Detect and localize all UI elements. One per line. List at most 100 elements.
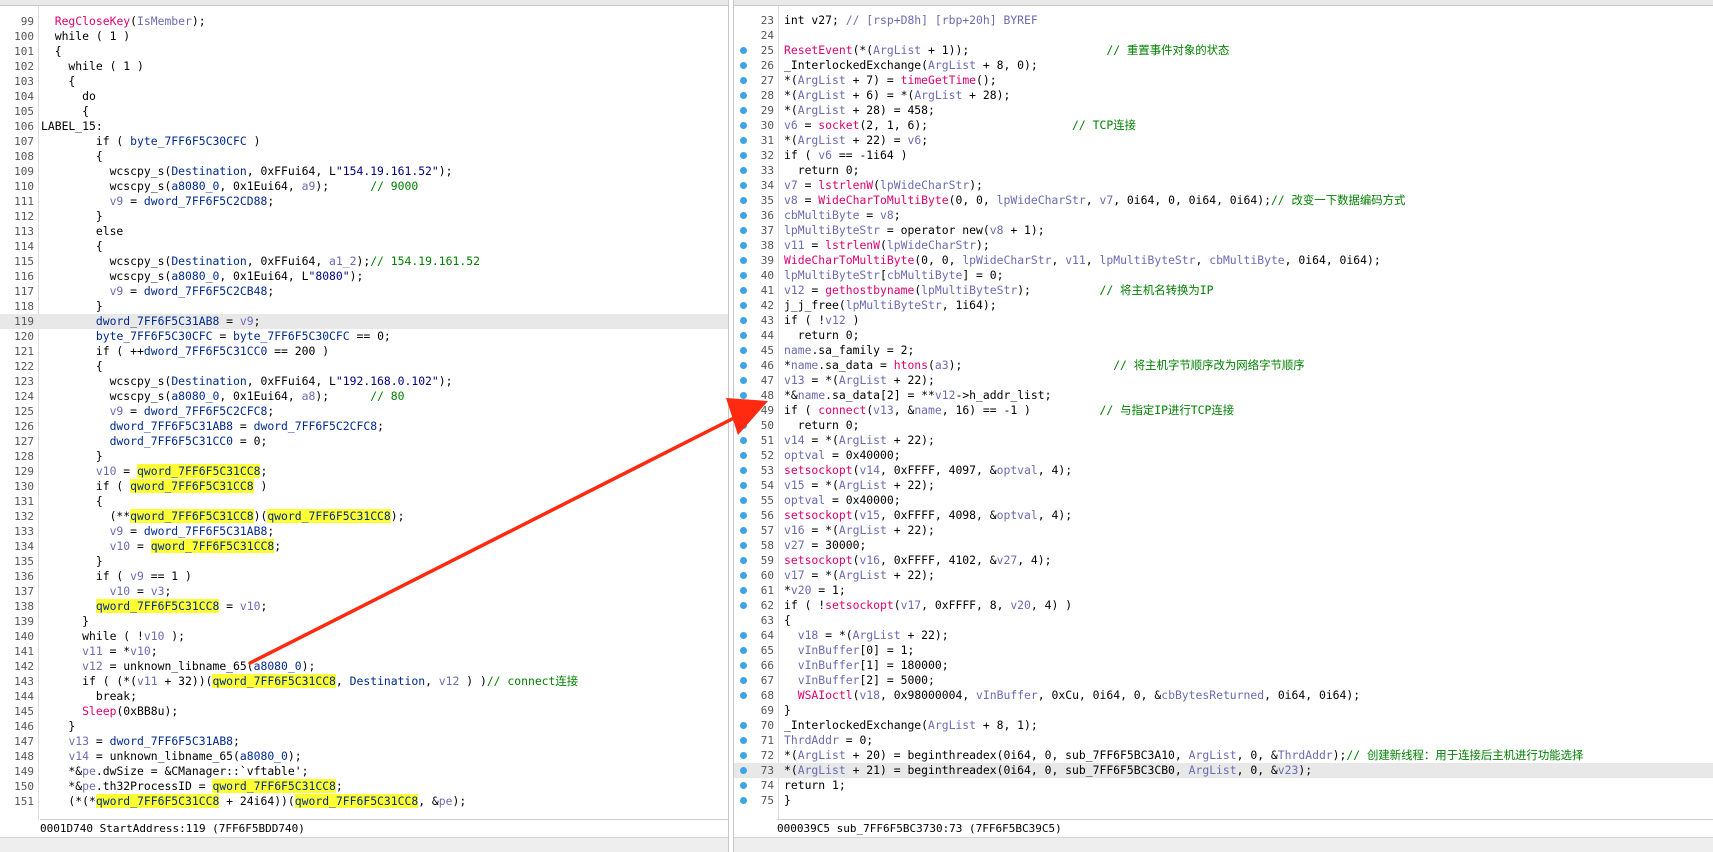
code-line[interactable]: 102 while ( 1 ) [0, 59, 728, 74]
code-text[interactable]: if ( v9 == 1 ) [41, 569, 192, 584]
code-text[interactable]: dword_7FF6F5C31CC0 = 0; [41, 434, 268, 449]
code-text[interactable]: v9 = dword_7FF6F5C2CFC8; [41, 404, 275, 419]
code-line[interactable]: 28 *(ArgList + 6) = *(ArgList + 28); [734, 88, 1713, 103]
code-line[interactable]: 138 qword_7FF6F5C31CC8 = v10; [0, 599, 728, 614]
code-line[interactable]: 35 v8 = WideCharToMultiByte(0, 0, lpWideC… [734, 193, 1713, 208]
code-text[interactable]: if ( !v12 ) [784, 313, 859, 328]
code-text[interactable]: setsockopt(v15, 0xFFFF, 4098, &optval, 4… [784, 508, 1072, 523]
code-text[interactable]: v14 = *(ArgList + 22); [784, 433, 935, 448]
code-line[interactable]: 146 } [0, 719, 728, 734]
code-line[interactable]: 50 return 0; [734, 418, 1713, 433]
code-line[interactable]: 65 vInBuffer[0] = 1; [734, 643, 1713, 658]
code-text[interactable]: v27 = 30000; [784, 538, 866, 553]
code-text[interactable]: v13 = dword_7FF6F5C31AB8; [41, 734, 239, 749]
code-line[interactable]: 125 v9 = dword_7FF6F5C2CFC8; [0, 404, 728, 419]
code-line[interactable]: 48 *&name.sa_data[2] = **v12->h_addr_list… [734, 388, 1713, 403]
code-line[interactable]: 121 if ( ++dword_7FF6F5C31CC0 == 200 ) [0, 344, 728, 359]
code-line[interactable]: 47 v13 = *(ArgList + 22); [734, 373, 1713, 388]
code-line[interactable]: 59 setsockopt(v16, 0xFFFF, 4102, &v27, 4)… [734, 553, 1713, 568]
code-text[interactable]: do [41, 89, 96, 104]
code-text[interactable]: Sleep(0xBB8u); [41, 704, 178, 719]
right-code-area[interactable]: 23 int v27; // [rsp+D8h] [rbp+20h] BYREF 2… [734, 6, 1713, 820]
code-line[interactable]: 113 else [0, 224, 728, 239]
code-line[interactable]: 52 optval = 0x40000; [734, 448, 1713, 463]
code-text[interactable]: } [41, 449, 103, 464]
code-line[interactable]: 120 byte_7FF6F5C30CFC = byte_7FF6F5C30CF… [0, 329, 728, 344]
code-line[interactable]: 29 *(ArgList + 28) = 458; [734, 103, 1713, 118]
code-line[interactable]: 122 { [0, 359, 728, 374]
code-text[interactable]: _InterlockedExchange(ArgList + 8, 1); [784, 718, 1038, 733]
code-line[interactable]: 75} [734, 793, 1713, 808]
code-text[interactable]: ResetEvent(*(ArgList + 1)); // 重置事件对象的状态 [784, 43, 1229, 58]
code-text[interactable]: { [41, 494, 103, 509]
code-text[interactable]: v12 = gethostbyname(lpMultiByteStr); // … [784, 283, 1214, 298]
code-text[interactable]: } [41, 209, 103, 224]
code-text[interactable]: v9 = dword_7FF6F5C2CD88; [41, 194, 275, 209]
code-text[interactable]: v10 = qword_7FF6F5C31CC8; [41, 464, 267, 479]
code-line[interactable]: 62 if ( !setsockopt(v17, 0xFFFF, 8, v20, … [734, 598, 1713, 613]
code-line[interactable]: 132 (**qword_7FF6F5C31CC8)(qword_7FF6F5C… [0, 509, 728, 524]
code-line[interactable]: 53 setsockopt(v14, 0xFFFF, 4097, &optval,… [734, 463, 1713, 478]
code-line[interactable]: 73 *(ArgList + 21) = beginthreadex(0i64, … [734, 763, 1713, 778]
code-text[interactable]: *name.sa_data = htons(a3); // 将主机字节顺序改为网… [784, 358, 1305, 373]
code-text[interactable]: v13 = *(ArgList + 22); [784, 373, 935, 388]
code-text[interactable]: optval = 0x40000; [784, 448, 901, 463]
code-text[interactable]: while ( 1 ) [41, 59, 143, 74]
code-text[interactable]: *&pe.th32ProcessID = qword_7FF6F5C31CC8; [41, 779, 343, 794]
code-line[interactable]: 117 v9 = dword_7FF6F5C2CB48; [0, 284, 728, 299]
code-line[interactable]: 139 } [0, 614, 728, 629]
code-line[interactable]: 42 j_j_free(lpMultiByteStr, 1i64); [734, 298, 1713, 313]
code-line[interactable]: 151 (*(*qword_7FF6F5C31CC8 + 24i64))(qwo… [0, 794, 728, 809]
code-text[interactable]: while ( 1 ) [41, 29, 130, 44]
code-line[interactable]: 58 v27 = 30000; [734, 538, 1713, 553]
code-text[interactable]: byte_7FF6F5C30CFC = byte_7FF6F5C30CFC ==… [41, 329, 391, 344]
code-text[interactable]: wcscpy_s(Destination, 0xFFui64, L"192.16… [41, 374, 453, 389]
code-text[interactable]: else [41, 224, 123, 239]
code-line[interactable]: 32 if ( v6 == -1i64 ) [734, 148, 1713, 163]
code-line[interactable]: 116 wcscpy_s(a8080_0, 0x1Eui64, L"8080")… [0, 269, 728, 284]
code-text[interactable]: WideCharToMultiByte(0, 0, lpWideCharStr,… [784, 253, 1381, 268]
code-line[interactable]: 130 if ( qword_7FF6F5C31CC8 ) [0, 479, 728, 494]
code-line[interactable]: 104 do [0, 89, 728, 104]
code-text[interactable]: if ( ++dword_7FF6F5C31CC0 == 200 ) [41, 344, 329, 359]
code-text[interactable]: optval = 0x40000; [784, 493, 901, 508]
code-text[interactable]: *(ArgList + 6) = *(ArgList + 28); [784, 88, 1010, 103]
code-text[interactable]: *v20 = 1; [784, 583, 846, 598]
code-line[interactable]: 43 if ( !v12 ) [734, 313, 1713, 328]
left-pseudocode-pane[interactable]: 99 RegCloseKey(IsMember); 100 while ( 1 )… [0, 0, 729, 852]
code-line[interactable]: 72 *(ArgList + 20) = beginthreadex(0i64, … [734, 748, 1713, 763]
code-line[interactable]: 131 { [0, 494, 728, 509]
code-text[interactable]: v18 = *(ArgList + 22); [784, 628, 949, 643]
code-text[interactable]: wcscpy_s(a8080_0, 0x1Eui64, a8); // 80 [41, 389, 405, 404]
code-text[interactable]: *(ArgList + 22) = v6; [784, 133, 928, 148]
code-text[interactable]: if ( connect(v13, &name, 16) == -1 ) // … [784, 403, 1234, 418]
code-text[interactable]: wcscpy_s(Destination, 0xFFui64, L"154.19… [41, 164, 453, 179]
code-line[interactable]: 103 { [0, 74, 728, 89]
code-line[interactable]: 69} [734, 703, 1713, 718]
code-text[interactable]: LABEL_15: [41, 119, 103, 134]
code-text[interactable]: setsockopt(v16, 0xFFFF, 4102, &v27, 4); [784, 553, 1051, 568]
code-line[interactable]: 115 wcscpy_s(Destination, 0xFFui64, a1_2… [0, 254, 728, 269]
code-text[interactable]: if ( !setsockopt(v17, 0xFFFF, 8, v20, 4)… [784, 598, 1072, 613]
code-line[interactable]: 118 } [0, 299, 728, 314]
code-line[interactable]: 40 lpMultiByteStr[cbMultiByte] = 0; [734, 268, 1713, 283]
code-text[interactable]: v7 = lstrlenW(lpWideCharStr); [784, 178, 983, 193]
code-line[interactable]: 24 [734, 28, 1713, 43]
code-text[interactable]: *&name.sa_data[2] = **v12->h_addr_list; [784, 388, 1051, 403]
code-text[interactable]: lpMultiByteStr = operator new(v8 + 1); [784, 223, 1045, 238]
code-line[interactable]: 36 cbMultiByte = v8; [734, 208, 1713, 223]
code-line[interactable]: 71 ThrdAddr = 0; [734, 733, 1713, 748]
code-line[interactable]: 67 vInBuffer[2] = 5000; [734, 673, 1713, 688]
code-text[interactable]: v17 = *(ArgList + 22); [784, 568, 935, 583]
code-line[interactable]: 31 *(ArgList + 22) = v6; [734, 133, 1713, 148]
code-line[interactable]: 107 if ( byte_7FF6F5C30CFC ) [0, 134, 728, 149]
code-text[interactable]: vInBuffer[0] = 1; [784, 643, 915, 658]
code-text[interactable]: { [784, 613, 791, 628]
code-text[interactable]: v11 = *v10; [41, 644, 157, 659]
code-text[interactable]: v10 = qword_7FF6F5C31CC8; [41, 539, 281, 554]
code-line[interactable]: 101 { [0, 44, 728, 59]
code-text[interactable]: dword_7FF6F5C31AB8 = v9; [41, 314, 261, 329]
code-line[interactable]: 111 v9 = dword_7FF6F5C2CD88; [0, 194, 728, 209]
code-line[interactable]: 55 optval = 0x40000; [734, 493, 1713, 508]
code-text[interactable]: *&pe.dwSize = &CManager::`vftable'; [41, 764, 308, 779]
